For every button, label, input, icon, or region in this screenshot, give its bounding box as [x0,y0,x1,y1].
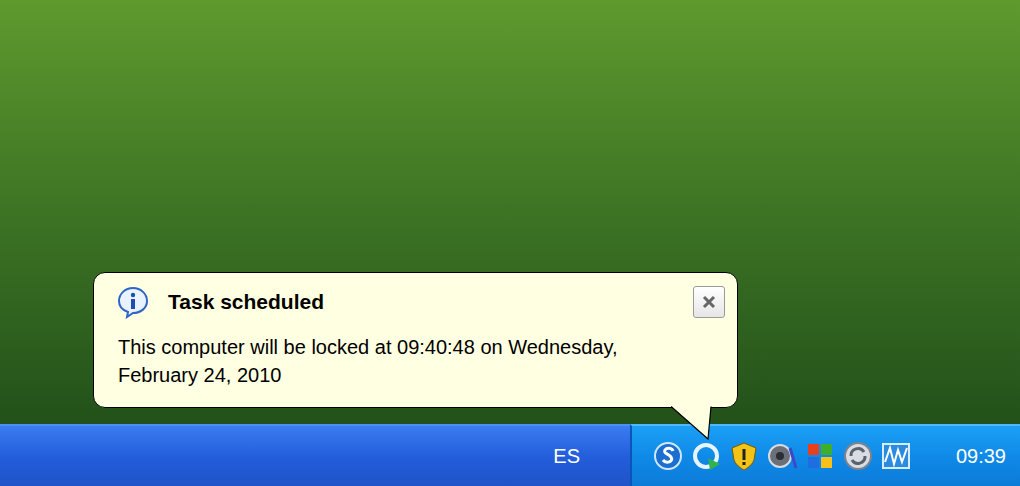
info-icon [116,285,150,319]
taskbar-band: ES [0,424,630,486]
balloon-message: This computer will be locked at 09:40:48… [116,333,716,389]
scheduler-icon[interactable] [690,440,722,472]
balloon-title: Task scheduled [168,286,324,318]
balloon-tail [671,406,713,440]
balloon-header: Task scheduled [116,285,725,319]
notification-balloon: Task scheduled This computer will be lock… [93,272,738,408]
skype-icon[interactable] [652,440,684,472]
windows-flag-icon[interactable] [804,440,836,472]
sync-icon[interactable] [842,440,874,472]
clock[interactable]: 09:39 [956,441,1006,471]
monitor-wave-icon[interactable] [880,440,912,472]
close-button[interactable] [693,286,725,318]
close-icon [702,295,716,309]
language-indicator[interactable]: ES [547,441,586,471]
security-shield-icon[interactable] [728,440,760,472]
desktop: ES 09:39 Task scheduled This computer will … [0,0,1020,486]
system-tray: 09:39 [630,424,1020,486]
speaker-icon[interactable] [766,440,798,472]
taskbar: ES 09:39 [0,424,1020,486]
